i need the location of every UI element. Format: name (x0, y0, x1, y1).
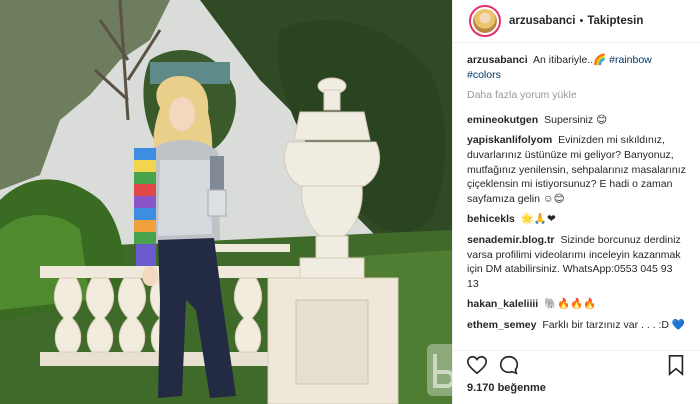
comment-username[interactable]: hakan_kaleliiii (467, 298, 538, 310)
like-button[interactable] (465, 353, 489, 377)
following-button[interactable]: Takiptesin (587, 15, 643, 27)
heart-icon (467, 355, 487, 375)
separator-dot: • (579, 15, 584, 27)
post-header: arzusabanci • Takiptesin (453, 0, 700, 43)
header-username[interactable]: arzusabanci (509, 15, 575, 27)
comment-text: Farklı bir tarzınız var . . . :D (542, 318, 669, 331)
comment-item: behicekls 🌟🙏❤ (467, 212, 686, 227)
comment-icon (499, 355, 519, 375)
caption-text: An itibariyle.. (533, 54, 594, 66)
post-photo[interactable] (0, 0, 452, 404)
comment-button[interactable] (497, 353, 521, 377)
comment-username[interactable]: emineokutgen (467, 114, 538, 126)
comment-emoji: 🌟🙏❤ (520, 213, 556, 226)
comment-username[interactable]: senademir.blog.tr (467, 234, 555, 246)
rainbow-icon: 🌈 (593, 54, 607, 66)
avatar[interactable] (469, 5, 501, 37)
comment-item: emineokutgen Supersiniz 😊 (467, 113, 686, 128)
comment-username[interactable]: ethem_semey (467, 319, 536, 331)
instagram-post: arzusabanci • Takiptesin arzusabanci An … (0, 0, 700, 404)
comment-text: Supersiniz (544, 113, 594, 126)
hashtag-rainbow[interactable]: #rainbow (609, 54, 652, 66)
avatar-image (473, 9, 497, 33)
comment-username[interactable]: yapiskanlifolyom (467, 134, 552, 146)
comment-emoji: ☺😊 (542, 192, 565, 205)
likes-count[interactable]: 9.170 beğenme (467, 382, 546, 394)
comment-item: yapiskanlifolyom Evinizden mi sıkıldınız… (467, 133, 686, 206)
comment-username[interactable]: behicekls (467, 213, 515, 225)
bookmark-icon (668, 355, 684, 376)
photo-illustration (0, 0, 452, 404)
comment-item: ethem_semey Farklı bir tarzınız var . . … (467, 318, 686, 331)
comment-emoji: 💙 (671, 318, 685, 331)
comment-emoji: 🐘🔥🔥🔥 (544, 298, 597, 311)
comment-item: senademir.blog.tr Sizinde borcunuz derdi… (467, 233, 686, 291)
save-button[interactable] (664, 353, 688, 377)
hashtag-colors[interactable]: #colors (467, 69, 501, 81)
comments-list: arzusabanci An itibariyle..🌈 #rainbow #c… (453, 43, 700, 331)
watermark-logo (427, 344, 452, 396)
load-more-comments[interactable]: Daha fazla yorum yükle (467, 88, 686, 103)
caption-username[interactable]: arzusabanci (467, 54, 528, 66)
comment-emoji: 😊 (596, 113, 608, 126)
post-sidebar: arzusabanci • Takiptesin arzusabanci An … (452, 0, 700, 404)
comment-item: hakan_kaleliiii 🐘🔥🔥🔥 (467, 297, 686, 312)
action-bar (453, 350, 700, 379)
caption: arzusabanci An itibariyle..🌈 #rainbow #c… (467, 53, 686, 82)
